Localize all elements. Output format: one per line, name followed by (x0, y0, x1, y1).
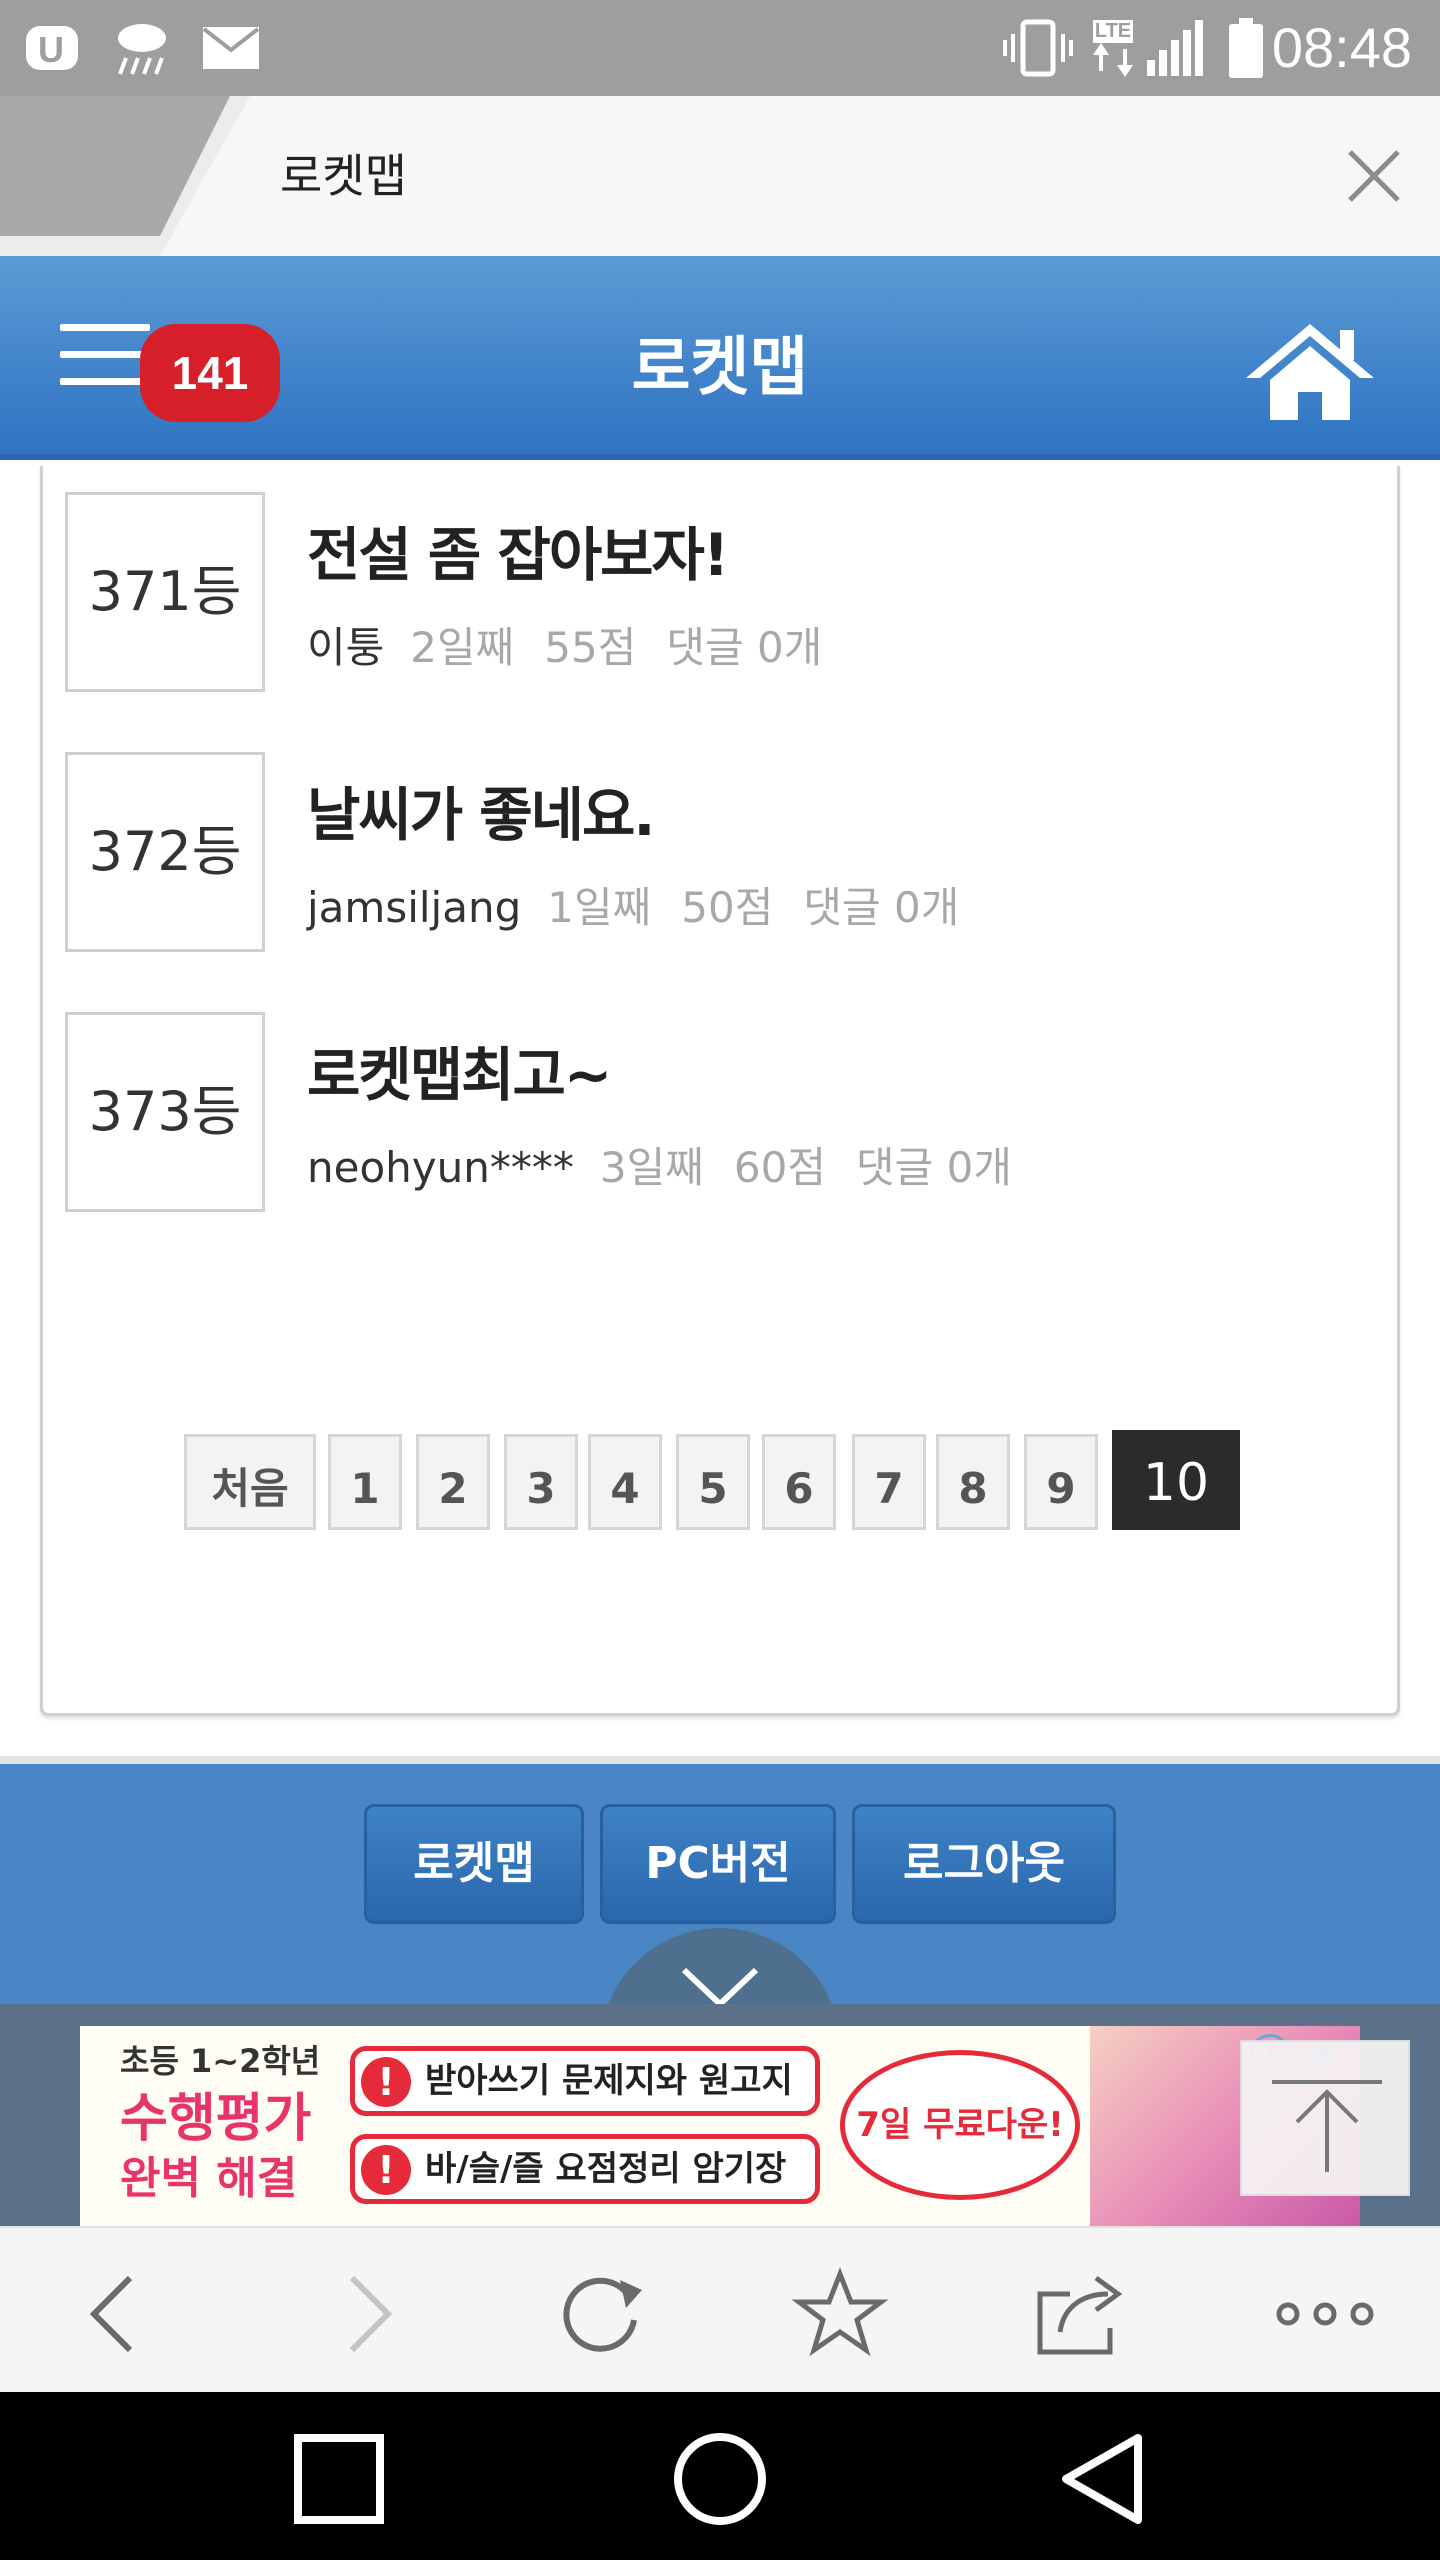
system-nav-bar (0, 2392, 1440, 2560)
svg-text:U: U (38, 29, 64, 70)
post-title[interactable]: 로켓맵최고~ (307, 1028, 612, 1112)
post-author: jamsiljang (307, 883, 522, 932)
rank-box: 371등 (65, 492, 265, 692)
lte-icon: LTE (1088, 14, 1138, 82)
post-score: 55점 (544, 623, 637, 672)
share-icon[interactable] (1030, 2264, 1130, 2364)
status-bar: U LTE 08:48 (0, 0, 1440, 96)
ad-pill-1: ! 받아쓰기 문제지와 원고지 (350, 2046, 820, 2116)
post-comments: 댓글 0개 (803, 883, 960, 932)
post-days: 3일째 (599, 1143, 704, 1192)
page-button-7[interactable]: 7 (852, 1434, 926, 1530)
forward-icon[interactable] (316, 2264, 416, 2364)
carrier-u-icon: U (22, 14, 88, 82)
bookmark-star-icon[interactable] (790, 2264, 890, 2364)
battery-icon (1224, 14, 1268, 82)
post-days: 2일째 (410, 623, 515, 672)
lte-label: LTE (1092, 19, 1134, 43)
more-icon[interactable] (1270, 2264, 1380, 2364)
ad-pill-2: ! 바/슬/즐 요점정리 암기장 (350, 2134, 820, 2204)
page-button-2[interactable]: 2 (416, 1434, 490, 1530)
post-meta: jamsiljang 1일째 50점 댓글 0개 (307, 874, 989, 935)
rank-box: 373등 (65, 1012, 265, 1212)
ad-container: 초등 1~2학년 수행평가 완벽 해결 ! 받아쓰기 문제지와 원고지 ! 바/슬/… (0, 2004, 1440, 2226)
exclamation-icon: ! (361, 2145, 411, 2195)
page-first-button[interactable]: 처음 (184, 1434, 316, 1530)
weather-rain-icon (112, 14, 172, 82)
post-meta: neohyun**** 3일째 60점 댓글 0개 (307, 1134, 1042, 1195)
page-button-6[interactable]: 6 (762, 1434, 836, 1530)
ad-bubble: 7일 무료다운! (840, 2050, 1080, 2200)
list-item[interactable]: 373등 로켓맵최고~ neohyun**** 3일째 60점 댓글 0개 (65, 1012, 1365, 1212)
post-title[interactable]: 날씨가 좋네요. (307, 768, 655, 852)
page-button-1[interactable]: 1 (328, 1434, 402, 1530)
post-score: 50점 (681, 883, 774, 932)
ad-line2: 수행평가 (120, 2089, 312, 2149)
page-button-5[interactable]: 5 (676, 1434, 750, 1530)
signal-icon (1144, 14, 1204, 82)
exclamation-icon: ! (361, 2057, 411, 2107)
mail-icon (200, 14, 262, 82)
pc-version-button[interactable]: PC버전 (600, 1804, 836, 1924)
post-meta: 이퉁 2일째 55점 댓글 0개 (307, 614, 852, 675)
close-tab-icon[interactable] (1344, 146, 1404, 206)
ad-line3: 완벽 해결 (120, 2153, 298, 2204)
ad-banner[interactable]: 초등 1~2학년 수행평가 완벽 해결 ! 받아쓰기 문제지와 원고지 ! 바/슬/… (80, 2026, 1360, 2226)
site-title[interactable]: 로켓맵 (0, 316, 1440, 408)
page-button-8[interactable]: 8 (936, 1434, 1010, 1530)
post-author: 이퉁 (307, 623, 385, 672)
vibrate-icon (1000, 14, 1076, 82)
scroll-to-top-button[interactable] (1240, 2040, 1410, 2196)
logout-button[interactable]: 로그아웃 (852, 1804, 1116, 1924)
ad-pill-1-text: 받아쓰기 문제지와 원고지 (425, 2061, 793, 2101)
refresh-icon[interactable] (550, 2264, 650, 2364)
page-button-9[interactable]: 9 (1024, 1434, 1098, 1530)
home-circle-icon[interactable] (665, 2424, 775, 2534)
tab-title: 로켓맵 (280, 149, 407, 203)
post-score: 60점 (733, 1143, 826, 1192)
post-days: 1일째 (547, 883, 652, 932)
recent-apps-icon[interactable] (284, 2424, 394, 2534)
site-header: 141 로켓맵 (0, 256, 1440, 460)
clock: 08:48 (1271, 16, 1412, 79)
back-icon[interactable] (66, 2264, 166, 2364)
rank-box: 372등 (65, 752, 265, 952)
post-author: neohyun**** (307, 1143, 574, 1192)
post-title[interactable]: 전설 좀 잡아보자! (307, 508, 729, 592)
arrow-up-icon (1272, 2080, 1382, 2172)
list-item[interactable]: 371등 전설 좀 잡아보자! 이퉁 2일째 55점 댓글 0개 (65, 492, 1365, 692)
page-button-3[interactable]: 3 (504, 1434, 578, 1530)
footer-divider (0, 1756, 1440, 1764)
page-button-current[interactable]: 10 (1112, 1430, 1240, 1530)
home-icon[interactable] (1240, 316, 1380, 426)
back-triangle-icon[interactable] (1046, 2424, 1156, 2534)
footer-home-button[interactable]: 로켓맵 (364, 1804, 584, 1924)
browser-tab-bar: 로켓맵 (0, 96, 1440, 256)
ad-pill-2-text: 바/슬/즐 요점정리 암기장 (425, 2149, 787, 2189)
pagination: 처음 1 2 3 4 5 6 7 8 9 10 (184, 1430, 1246, 1530)
post-comments: 댓글 0개 (855, 1143, 1012, 1192)
browser-toolbar (0, 2226, 1440, 2392)
list-item[interactable]: 372등 날씨가 좋네요. jamsiljang 1일째 50점 댓글 0개 (65, 752, 1365, 952)
page-button-4[interactable]: 4 (588, 1434, 662, 1530)
post-comments: 댓글 0개 (666, 623, 823, 672)
